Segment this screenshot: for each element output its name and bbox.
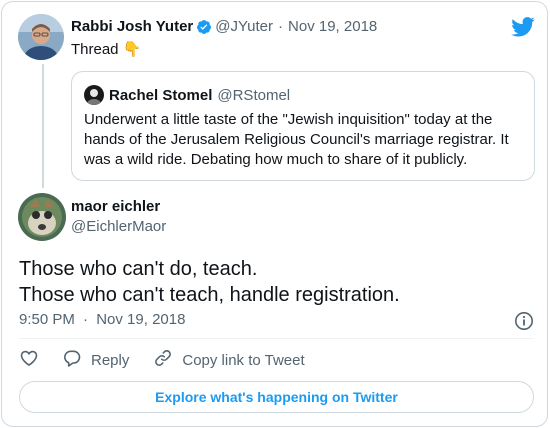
meta-separator: · (83, 311, 89, 328)
separator-dot: · (278, 18, 284, 35)
divider (19, 338, 534, 339)
quoted-tweet[interactable]: Rachel Stomel @RStomel Underwent a littl… (71, 71, 535, 181)
quoted-tweet-text: Underwent a little taste of the "Jewish … (84, 111, 509, 168)
reply-button[interactable]: Reply (62, 348, 129, 372)
quoted-author-handle: @RStomel (217, 86, 291, 104)
thread-connector-line (42, 64, 44, 188)
tweet-date[interactable]: Nov 19, 2018 (288, 18, 377, 35)
main-tweet-line-1: Those who can't do, teach. (19, 258, 258, 280)
author-handle[interactable]: @JYuter (215, 18, 273, 35)
quoted-avatar (84, 85, 104, 105)
copy-link-label: Copy link to Tweet (182, 351, 305, 369)
verified-badge-icon (196, 19, 212, 35)
explore-twitter-button[interactable]: Explore what's happening on Twitter (19, 381, 534, 413)
reply-label: Reply (91, 351, 130, 369)
heart-icon (19, 348, 39, 372)
like-button[interactable] (19, 348, 39, 372)
explore-label: Explore what's happening on Twitter (155, 389, 398, 405)
avatar[interactable] (18, 14, 64, 60)
link-icon (153, 348, 173, 372)
tweet-full-date[interactable]: Nov 19, 2018 (96, 311, 185, 328)
tweet-embed-card: Rabbi Josh Yuter @JYuter · Nov 19, 2018 … (1, 1, 548, 427)
thread-tweet-text: Thread 👇 (71, 41, 142, 58)
main-tweet-text: Those who can't do, teach. Those who can… (19, 256, 400, 308)
reply-icon (62, 348, 82, 372)
twitter-bird-icon[interactable] (511, 17, 535, 37)
main-tweet-line-2: Those who can't teach, handle registrati… (19, 284, 400, 306)
main-author-handle[interactable]: @EichlerMaor (71, 218, 166, 235)
main-tweet-header: maor eichler @EichlerMaor (71, 198, 166, 235)
author-name[interactable]: Rabbi Josh Yuter (71, 18, 193, 35)
main-author-name[interactable]: maor eichler (71, 198, 166, 215)
copy-link-button[interactable]: Copy link to Tweet (153, 348, 305, 372)
thread-tweet-header: Rabbi Josh Yuter @JYuter · Nov 19, 2018 (71, 18, 377, 35)
main-avatar[interactable] (18, 193, 66, 241)
info-icon[interactable] (514, 311, 534, 331)
tweet-time[interactable]: 9:50 PM (19, 311, 75, 328)
quoted-tweet-header: Rachel Stomel @RStomel (84, 85, 290, 105)
quoted-author-name: Rachel Stomel (109, 86, 213, 104)
tweet-timestamp[interactable]: 9:50 PM · Nov 19, 2018 (19, 311, 185, 328)
tweet-actions-bar: Reply Copy link to Tweet (19, 348, 305, 372)
